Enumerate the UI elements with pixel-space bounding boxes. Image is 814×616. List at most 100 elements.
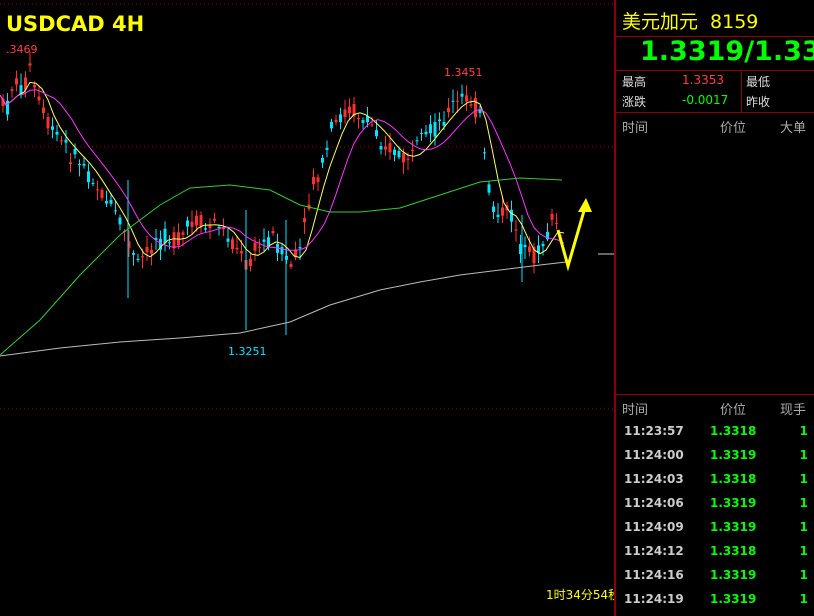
tick-row: 11:23:57 1.3318 1 bbox=[616, 420, 812, 444]
ticks-size-header: 现手 bbox=[780, 403, 807, 418]
big-orders-list[interactable] bbox=[616, 136, 812, 392]
candle-body bbox=[555, 222, 558, 224]
tick-time: 11:24:12 bbox=[624, 544, 684, 558]
candle-body bbox=[105, 201, 108, 204]
candle-body bbox=[447, 107, 450, 113]
candle-body bbox=[213, 218, 216, 221]
candle-body bbox=[550, 213, 554, 220]
candle-body bbox=[55, 131, 59, 135]
candle-body bbox=[51, 126, 54, 130]
candle-body bbox=[420, 132, 423, 134]
candle-body bbox=[240, 251, 243, 254]
price-chart[interactable]: .3469 1.3451 1.3251 USDCAD 4H 1时34分54秒 bbox=[0, 0, 620, 616]
candle-body bbox=[348, 106, 351, 114]
candle-body bbox=[82, 163, 86, 166]
quote-panel: 美元加元 8159 1.3319/1.331 最高 1.3353 最低 涨跌 -0… bbox=[614, 0, 814, 616]
symbol-header[interactable]: 美元加元 8159 bbox=[622, 7, 758, 34]
candle-body bbox=[132, 252, 135, 255]
candle-body bbox=[451, 100, 455, 102]
tick-time: 11:23:57 bbox=[624, 424, 684, 438]
tick-row: 11:24:00 1.3319 1 bbox=[616, 444, 812, 468]
tick-row: 11:24:09 1.3319 1 bbox=[616, 516, 812, 540]
big-orders-size-header: 大单 bbox=[780, 121, 807, 136]
candle-body bbox=[280, 247, 284, 255]
candle-body bbox=[523, 244, 527, 248]
candle-body bbox=[325, 147, 329, 150]
candle-body bbox=[262, 239, 266, 242]
ma-slow-line bbox=[0, 177, 563, 356]
candle-body bbox=[492, 206, 495, 212]
ma-mid-line bbox=[0, 89, 565, 251]
candle-body bbox=[424, 131, 428, 135]
candle-body bbox=[249, 258, 252, 267]
prev-close-label: 昨收 bbox=[746, 95, 771, 109]
big-orders-time-header: 时间 bbox=[622, 121, 649, 136]
tick-list[interactable]: 11:23:57 1.3318 1 11:24:00 1.3319 1 11:24:03… bbox=[616, 420, 812, 612]
ma-fast-line bbox=[0, 81, 565, 259]
bid-ask-quote: 1.3319/1.331 bbox=[640, 36, 814, 67]
ticks-time-header: 时间 bbox=[622, 403, 649, 418]
candle-body bbox=[78, 164, 81, 166]
candle-body bbox=[433, 122, 437, 137]
ticks-price-header: 价位 bbox=[720, 403, 747, 418]
candle-body bbox=[208, 225, 212, 229]
forecast-arrow-head bbox=[578, 198, 592, 212]
candle-body bbox=[429, 124, 432, 134]
big-orders-price-header: 价位 bbox=[720, 121, 747, 136]
candle-body bbox=[190, 221, 194, 227]
candle-body bbox=[91, 183, 95, 185]
candle-body bbox=[334, 119, 338, 123]
tick-row: 11:24:16 1.3319 1 bbox=[616, 564, 812, 588]
candle-body bbox=[46, 117, 50, 129]
candle-body bbox=[339, 114, 342, 123]
candle-body bbox=[253, 242, 257, 251]
candle-body bbox=[357, 118, 360, 120]
tick-row: 11:24:19 1.3319 1 bbox=[616, 588, 812, 612]
ma-long-line bbox=[0, 261, 567, 357]
tick-price: 1.3319 bbox=[710, 448, 757, 462]
candle-body bbox=[87, 171, 90, 183]
candle-body bbox=[204, 228, 207, 230]
high-value: 1.3353 bbox=[682, 73, 724, 87]
tick-qty: 1 bbox=[799, 544, 808, 558]
candle-body bbox=[42, 107, 45, 114]
candle-body bbox=[109, 199, 113, 204]
symbol-name: 美元加元 bbox=[622, 11, 699, 33]
tick-qty: 1 bbox=[799, 592, 808, 606]
tick-time: 11:24:19 bbox=[624, 592, 684, 606]
candle-body bbox=[397, 150, 401, 158]
candle-body bbox=[172, 232, 176, 249]
tick-qty: 1 bbox=[799, 424, 808, 438]
symbol-code: 8159 bbox=[710, 11, 759, 33]
candle-body bbox=[415, 140, 419, 142]
candle-body bbox=[226, 238, 230, 242]
candle-body bbox=[28, 63, 32, 66]
tick-qty: 1 bbox=[799, 568, 808, 582]
change-value: -0.0017 bbox=[682, 93, 729, 107]
moving-averages-group bbox=[0, 81, 567, 357]
candle-body bbox=[181, 232, 185, 235]
candle-body bbox=[231, 239, 234, 250]
candle-body bbox=[528, 246, 531, 252]
high-label: 最高 bbox=[622, 75, 647, 89]
candlestick-chart-canvas[interactable]: .3469 1.3451 1.3251 bbox=[0, 0, 614, 616]
tick-time: 11:24:16 bbox=[624, 568, 684, 582]
candle-body bbox=[289, 263, 293, 267]
candle-body bbox=[60, 140, 63, 142]
divider bbox=[616, 70, 814, 71]
label-high-mid: 1.3451 bbox=[444, 66, 483, 79]
candle-body bbox=[100, 189, 104, 199]
candle-body bbox=[298, 247, 302, 249]
tick-qty: 1 bbox=[799, 520, 808, 534]
candle-body bbox=[438, 119, 441, 122]
candle-body bbox=[343, 109, 347, 118]
candle-body bbox=[469, 104, 473, 106]
candle-body bbox=[33, 84, 36, 88]
candle-body bbox=[510, 209, 513, 222]
candle-body bbox=[514, 229, 518, 231]
candle-body bbox=[258, 247, 261, 249]
candle-body bbox=[73, 148, 77, 155]
candle-body bbox=[402, 152, 405, 163]
candle-body bbox=[384, 146, 387, 150]
candle-body bbox=[541, 243, 545, 247]
